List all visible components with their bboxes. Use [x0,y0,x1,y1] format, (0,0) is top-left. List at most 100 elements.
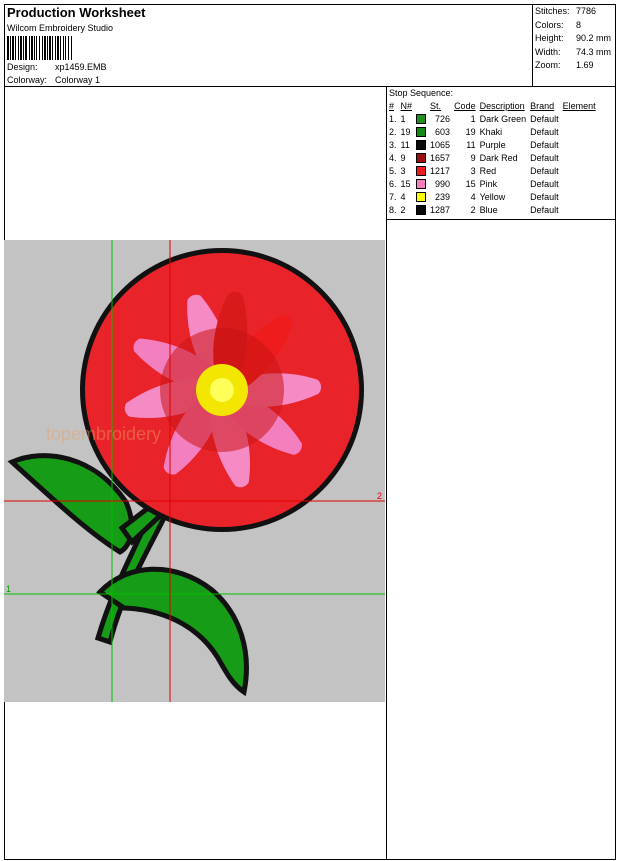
col-index: # [389,101,395,111]
element [561,190,598,203]
barcode-bar [31,36,33,60]
table-row: 1. 1 726 1 Dark Green Default [387,112,598,125]
guide-label-green: 1 [6,584,11,594]
col-brand: Brand [530,101,555,111]
table-row: 3. 11 1065 11 Purple Default [387,138,598,151]
barcode-bar [71,36,72,60]
stop-sequence-table: # N# St. Code Description Brand Element … [387,100,598,216]
stat-width: Width: 74.3 mm [535,46,612,57]
needle-number: 4 [400,191,406,202]
page-title: Production Worksheet [7,5,146,20]
barcode-bar [47,36,48,60]
thread-code: 11 [466,139,476,150]
color-swatch [416,191,427,202]
barcode-bar [20,36,22,60]
barcode [7,36,72,60]
row-index: 5. [389,165,397,176]
brand: Default [530,204,559,215]
colorway-label: Colorway: [7,75,48,85]
flower [80,248,364,532]
swatch [414,138,428,151]
row-index: 3. [389,139,397,150]
col-stitches: St. [430,101,442,111]
stitch-count: 726 [435,113,451,124]
design-preview: 1 2 topembroidery [4,240,385,702]
needle-number: 11 [400,139,410,150]
col-code: Code [454,101,476,111]
barcode-bar [42,36,43,60]
table-row: 5. 3 1217 3 Red Default [387,164,598,177]
swatch [414,112,428,125]
barcode-bar [65,36,66,60]
color-swatch [416,204,427,215]
colorway-row: Colorway: Colorway 1 [7,75,100,85]
barcode-bar [49,36,51,60]
brand: Default [530,152,559,163]
element [561,125,598,138]
barcode-bar [7,36,9,60]
description: Red [479,165,497,176]
table-row: 7. 4 239 4 Yellow Default [387,190,598,203]
row-index: 4. [389,152,397,163]
row-index: 2. [389,126,397,137]
stitch-count: 1065 [430,139,451,150]
color-swatch [416,126,427,137]
needle-number: 1 [400,113,406,124]
barcode-bar [10,36,11,60]
element [561,151,598,164]
thread-code: 9 [470,152,476,163]
description: Khaki [479,126,503,137]
row-index: 1. [389,113,397,124]
barcode-bar [39,36,40,60]
design-filename: xp1459.EMB [55,62,107,72]
element [561,112,598,125]
needle-number: 15 [400,178,411,189]
stat-stitches: Stitches: 7786 [535,6,597,16]
table-row: 2. 19 603 19 Khaki Default [387,125,598,138]
barcode-bar [15,36,16,60]
stop-sequence-title: Stop Sequence: [389,88,454,98]
barcode-bar [60,36,61,60]
row-index: 8. [389,204,397,215]
swatch [414,203,428,216]
table-header-row: # N# St. Code Description Brand Element [387,100,598,112]
col-element: Element [562,101,596,111]
design-row: Design: xp1459.EMB [7,62,107,72]
swatch [414,125,428,138]
design-label: Design: [7,62,38,72]
barcode-bar [52,36,53,60]
brand: Default [530,191,559,202]
table-row: 4. 9 1657 9 Dark Red Default [387,151,598,164]
element [561,138,598,151]
barcode-bar [25,36,27,60]
description: Purple [479,139,506,150]
element [561,164,598,177]
stats-panel: Stitches: 7786 Colors: 8 Height: 90.2 mm Wi… [533,4,616,87]
table-row: 8. 2 1287 2 Blue Default [387,203,598,216]
thread-code: 4 [470,191,476,202]
element [561,177,598,190]
color-swatch [416,165,427,176]
needle-number: 9 [400,152,406,163]
col-swatch [414,100,428,112]
row-index: 6. [389,178,397,189]
swatch [414,190,428,203]
swatch [414,177,428,190]
barcode-bar [68,36,69,60]
thread-code: 1 [470,113,476,124]
brand: Default [530,165,559,176]
brand: Default [530,113,559,124]
element [561,203,598,216]
brand: Default [530,178,559,189]
colorway-value: Colorway 1 [55,75,101,85]
swatch [414,151,428,164]
color-swatch [416,113,427,124]
color-swatch [416,139,427,150]
barcode-bar [57,36,59,60]
stop-sequence-panel: Stop Sequence: # N# St. Code Description… [386,87,616,220]
needle-number: 19 [400,126,411,137]
col-needle: N# [400,101,413,111]
description: Dark Green [479,113,527,124]
description: Blue [479,204,498,215]
thread-code: 19 [465,126,476,137]
